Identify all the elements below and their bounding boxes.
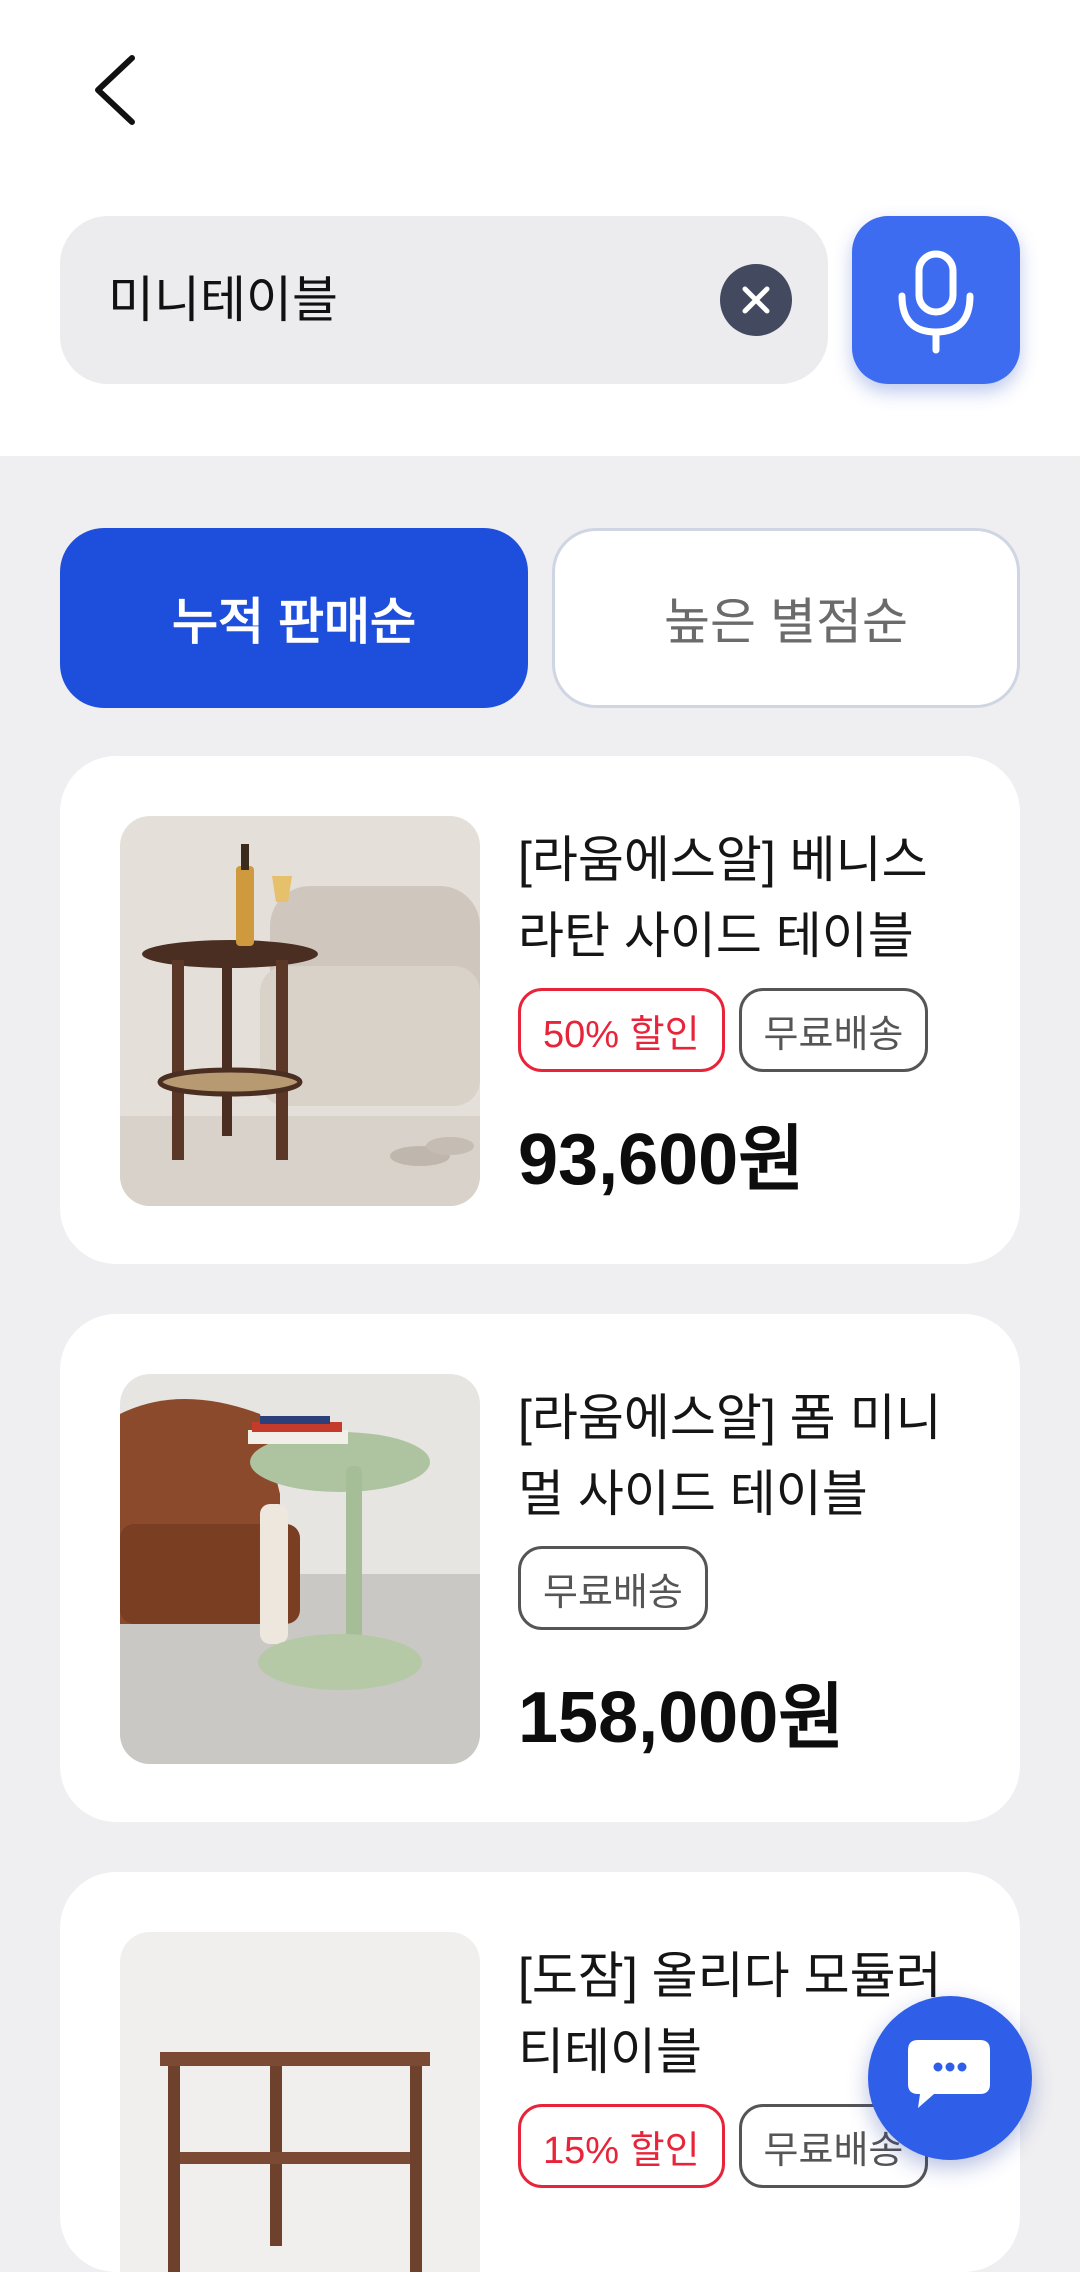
free-shipping-badge: 무료배송 (518, 1546, 708, 1630)
chat-icon (908, 2040, 990, 2108)
product-title: [라움에스알] 폼 미니 멀 사이드 테이블 (518, 1380, 988, 1532)
discount-badge: 15% 할인 (518, 2104, 725, 2188)
search-input[interactable]: 미니테이블 (60, 216, 828, 384)
product-title-line: [라움에스알] 베니스 (518, 832, 928, 888)
clear-icon (742, 286, 770, 314)
free-shipping-badge: 무료배송 (738, 988, 929, 1072)
sort-by-sales-button[interactable]: 누적 판매순 (60, 528, 528, 708)
product-image (120, 1374, 480, 1764)
microphone-icon (898, 250, 974, 354)
voice-search-button[interactable] (852, 216, 1020, 384)
product-price: 158,000원 (518, 1678, 845, 1758)
product-title-line: 라탄 사이드 테이블 (518, 908, 914, 964)
product-image (120, 1932, 480, 2272)
product-image (120, 816, 480, 1206)
product-badges: 무료배송 (518, 1546, 708, 1630)
clear-search-button[interactable] (720, 264, 792, 336)
product-badges: 15% 할인 무료배송 (518, 2104, 929, 2188)
header: 미니테이블 (0, 0, 1080, 456)
product-title-line: [라움에스알] 폼 미니 (518, 1390, 942, 1446)
product-card[interactable]: [라움에스알] 베니스 라탄 사이드 테이블 50% 할인 무료배송 93,60… (60, 756, 1020, 1264)
product-price: 93,600원 (518, 1120, 805, 1200)
product-title-line: 멀 사이드 테이블 (518, 1466, 868, 1522)
product-title: [라움에스알] 베니스 라탄 사이드 테이블 (518, 822, 988, 974)
back-arrow-icon (95, 55, 135, 125)
back-button[interactable] (80, 50, 152, 130)
chat-button[interactable] (868, 1996, 1032, 2160)
discount-badge: 50% 할인 (518, 988, 725, 1072)
product-badges: 50% 할인 무료배송 (518, 988, 929, 1072)
search-query: 미니테이블 (108, 272, 338, 328)
product-card[interactable]: [라움에스알] 폼 미니 멀 사이드 테이블 무료배송 158,000원 (60, 1314, 1020, 1822)
sort-by-rating-button[interactable]: 높은 별점순 (552, 528, 1020, 708)
